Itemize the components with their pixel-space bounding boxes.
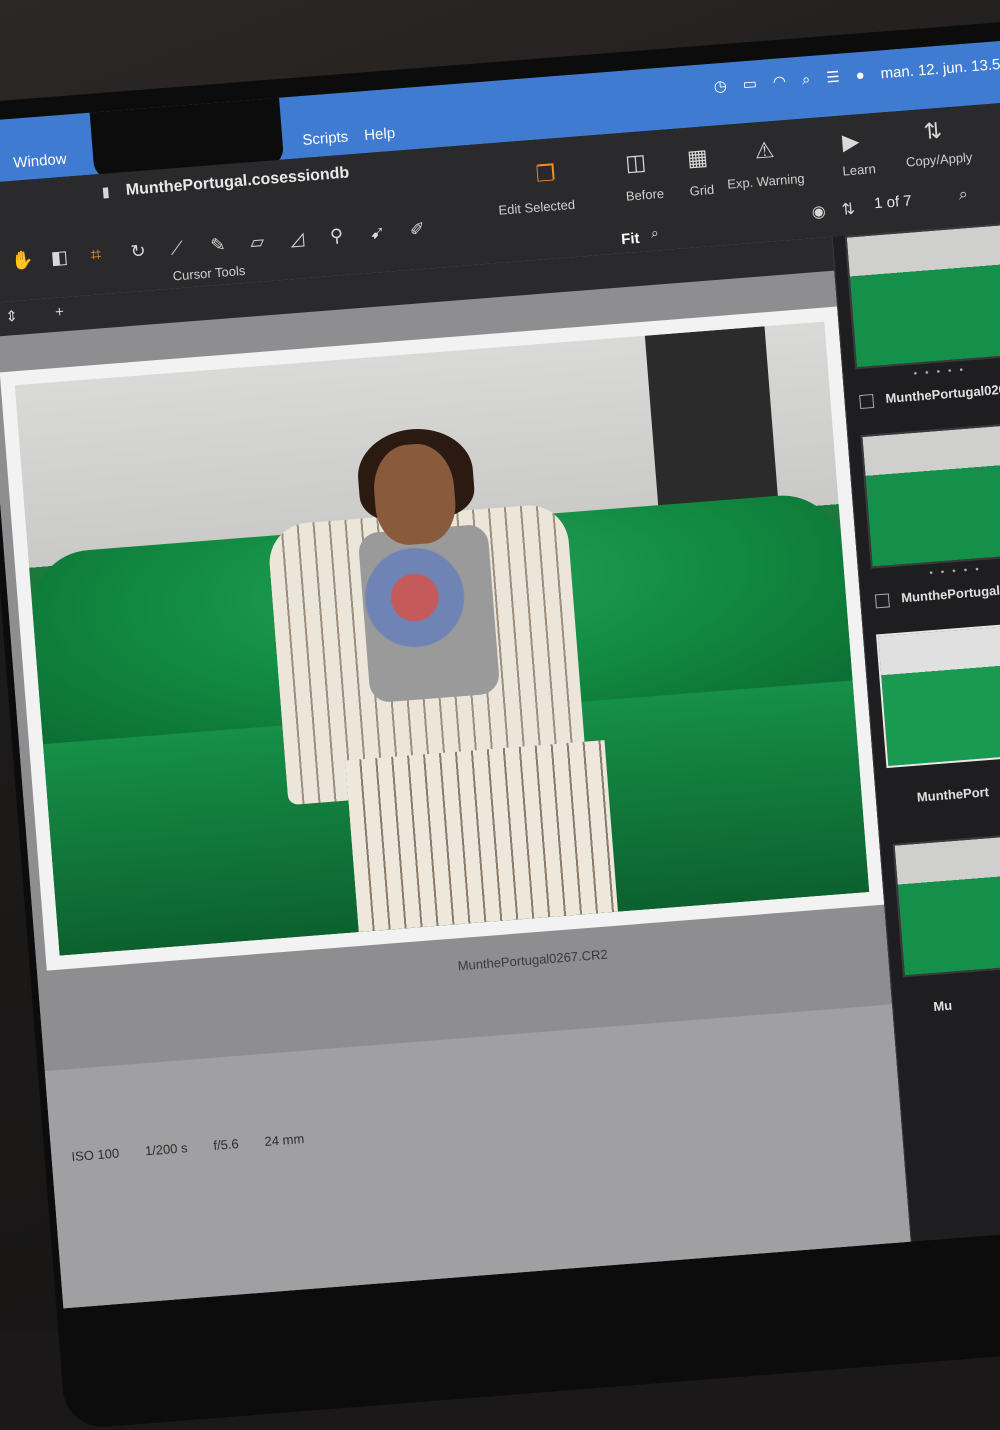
photo-pants (345, 740, 621, 956)
thumbnail-label: MunthePortugal0265 (900, 580, 1000, 606)
menu-scripts[interactable]: Scripts (302, 128, 349, 149)
learn-icon[interactable]: ▶ (841, 128, 860, 155)
exp-warning-button[interactable]: Exp. Warning (727, 171, 806, 192)
laptop-screen: Window Scripts Help ◷ ▭ ◠ ⌕ ☰ ● man. 12.… (0, 38, 1000, 1309)
gradient-tool-icon[interactable]: ◿ (289, 228, 304, 250)
search-icon[interactable]: ⌕ (801, 70, 811, 88)
before-button[interactable]: Before (625, 186, 664, 204)
rating-dots[interactable]: ••••• (913, 364, 971, 379)
rotate-tool-icon[interactable]: ↻ (130, 241, 147, 263)
pointer-tool-icon[interactable]: ➹ (369, 222, 386, 244)
learn-button[interactable]: Learn (842, 161, 876, 179)
image-viewer: ⇕ + MunthePortugal0267.CR2 ISO 100 1/200… (0, 236, 911, 1309)
browser-search-icon[interactable]: ⌕ (958, 186, 968, 205)
copy-apply-icon[interactable]: ⇅ (923, 118, 943, 145)
grid-icon[interactable]: ▦ (686, 144, 709, 172)
annotate-tool-icon[interactable]: ✐ (409, 219, 426, 241)
menubar-datetime[interactable]: man. 12. jun. 13.52 (880, 55, 1000, 82)
battery-icon[interactable]: ▭ (742, 74, 757, 93)
rating-dots[interactable]: ••••• (929, 564, 987, 579)
menu-window[interactable]: Window (13, 151, 68, 172)
select-tool-icon[interactable]: ◧ (50, 247, 69, 269)
image-filename: MunthePortugal0267.CR2 (457, 946, 609, 974)
cursor-tools-label: Cursor Tools (172, 262, 246, 284)
control-center-icon[interactable]: ☰ (826, 68, 841, 87)
thumbnail-checkbox[interactable] (859, 393, 875, 410)
eye-icon[interactable]: ◉ (811, 201, 826, 222)
thumbnail-0267-selected[interactable] (876, 619, 1000, 769)
photo-top (357, 523, 501, 704)
keystone-tool-icon[interactable]: ⟋ (170, 238, 184, 260)
focal-length-value: 24 mm (263, 1130, 305, 1150)
edit-selected-button[interactable]: Edit Selected (498, 197, 576, 218)
thumbnail-label: MunthePort (916, 784, 990, 805)
thumbnail-label: MunthePortugal0264.CR2 (884, 378, 1000, 406)
sort-icon[interactable]: ⇅ (841, 199, 856, 220)
exp-warning-icon[interactable]: ⚠ (754, 137, 776, 164)
aperture-value: f/5.6 (212, 1136, 240, 1154)
document-icon: ▮ (101, 183, 111, 200)
before-icon[interactable]: ◫ (624, 149, 647, 177)
thumbnail-0264[interactable] (844, 220, 1000, 370)
image-counter: 1 of 7 (873, 192, 913, 213)
pan-tool-icon[interactable]: ✋ (10, 249, 34, 272)
add-icon[interactable]: + (55, 303, 65, 321)
brush-tool-icon[interactable]: ✎ (210, 234, 227, 256)
crop-tool-icon[interactable]: ⌗ (90, 244, 102, 266)
picker-tool-icon[interactable]: ⚲ (329, 225, 344, 247)
thumbnail-label: Mu (932, 997, 953, 1015)
grid-button[interactable]: Grid (689, 182, 715, 199)
eraser-tool-icon[interactable]: ▱ (250, 231, 265, 253)
menu-help[interactable]: Help (364, 125, 396, 144)
zoom-icon[interactable]: ⌕ (650, 224, 659, 242)
stepper-icon[interactable]: ⇕ (5, 307, 19, 326)
edit-selected-icon[interactable]: ❐ (535, 160, 557, 187)
thumbnail-checkbox[interactable] (874, 593, 890, 609)
thumbnail-0265[interactable] (860, 420, 1000, 569)
thumbnail-next[interactable] (892, 829, 1000, 978)
wifi-icon[interactable]: ◠ (772, 72, 786, 91)
fit-zoom-label[interactable]: Fit (621, 230, 641, 248)
main-photo[interactable] (14, 321, 870, 956)
status-area: ◷ ▭ ◠ ⌕ ☰ ● man. 12. jun. 13.52 (713, 54, 1000, 96)
photo-frame[interactable] (0, 306, 885, 971)
clock-icon[interactable]: ◷ (713, 77, 727, 96)
copy-apply-button[interactable]: Copy/Apply (905, 149, 972, 169)
siri-icon[interactable]: ● (855, 66, 865, 84)
document-title: MunthePortugal.cosessiondb (125, 164, 350, 199)
